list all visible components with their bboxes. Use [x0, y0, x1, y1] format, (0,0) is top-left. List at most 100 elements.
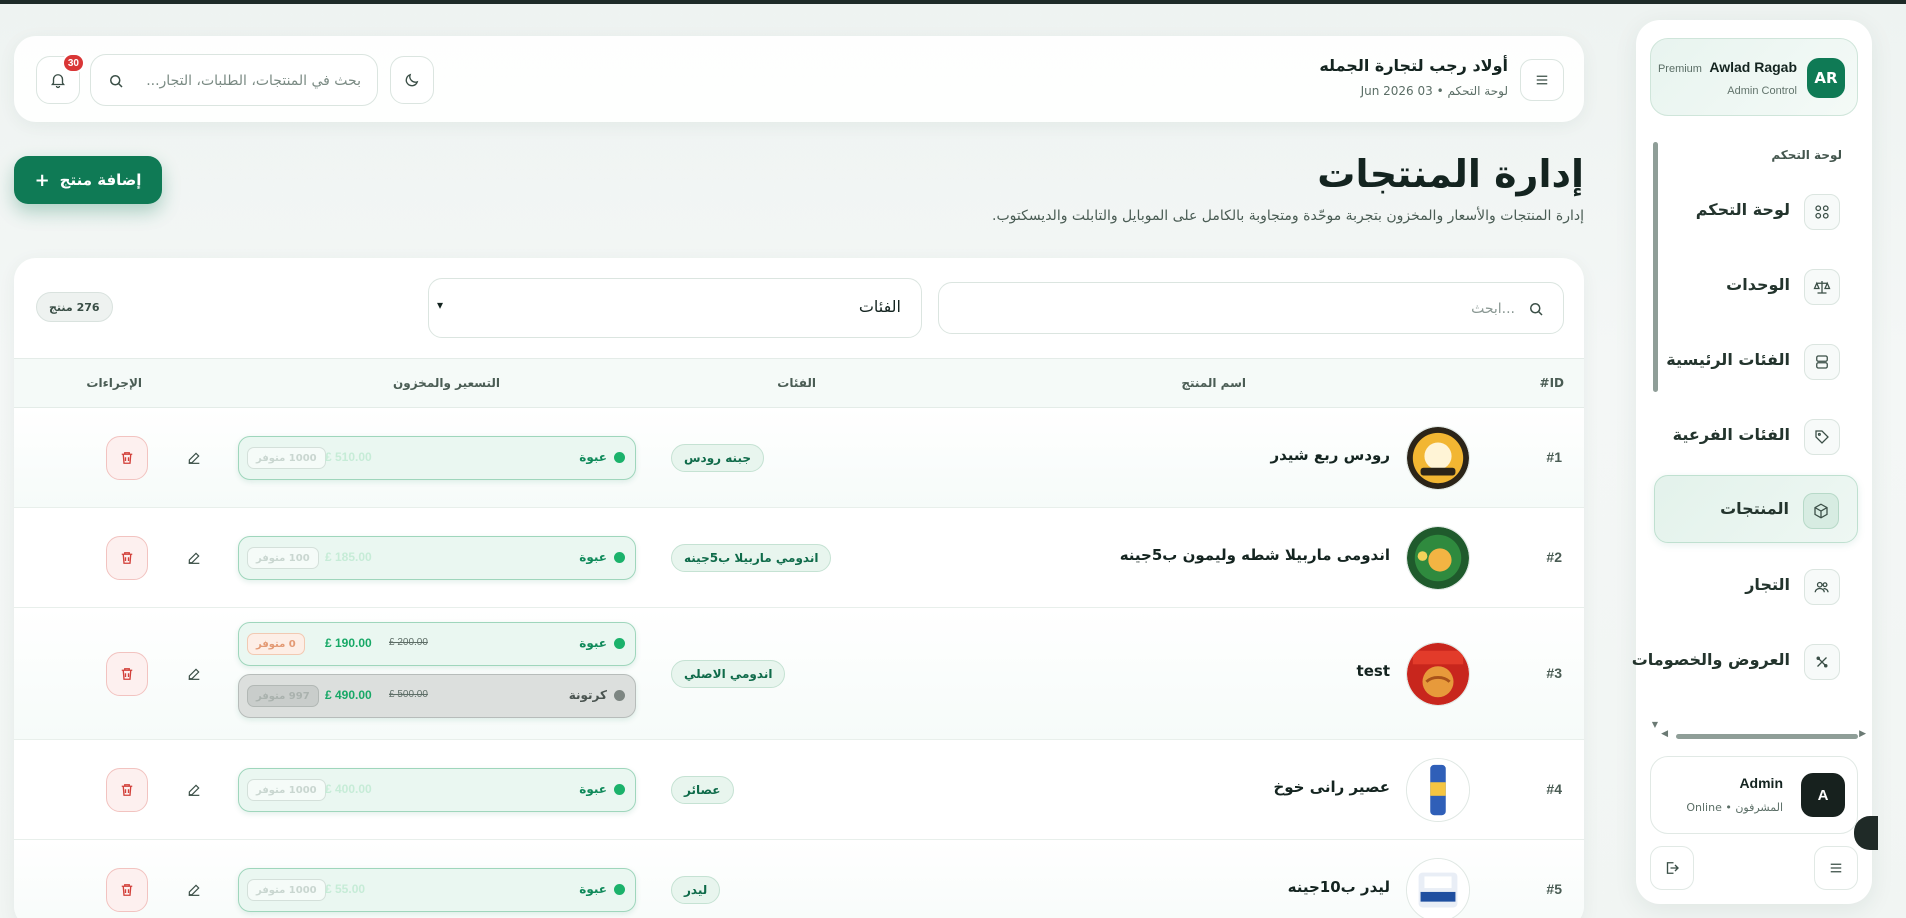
delete-button[interactable]	[106, 768, 148, 812]
sidebar-item-merchants[interactable]: التجار	[1654, 552, 1858, 620]
old-price: £ 200.00	[389, 637, 428, 648]
sidebar-item-main-categories[interactable]: الفئات الرئيسية	[1654, 327, 1858, 395]
trash-icon	[121, 884, 133, 896]
price-unit-pill[interactable]: كرتونة 997 متوفر £ 490.00 £ 500.00	[238, 674, 636, 718]
delete-button[interactable]	[106, 652, 148, 696]
product-thumbnail	[1406, 526, 1470, 590]
price-unit-pill[interactable]: عبوة 1000 متوفر £ 510.00	[238, 436, 636, 480]
category-select[interactable]: الفئات ▾	[428, 278, 922, 338]
column-header-id[interactable]: ID#	[1540, 376, 1565, 390]
scale-icon	[1804, 269, 1840, 305]
column-header-pricing[interactable]: التسعير والمخزون	[393, 376, 500, 390]
edit-icon	[188, 452, 200, 464]
page-title: إدارة المنتجات	[1317, 152, 1584, 196]
products-table-card: الفئات ▾ 276 منتج ID# اسم المنتج الفئات …	[14, 258, 1584, 918]
delete-button[interactable]	[106, 536, 148, 580]
category-chip: اندومي ماربيلا ب5جينه	[671, 544, 832, 572]
table-row[interactable]: #2 اندومى ماربيلا شطه وليمون ب5جينه اندومي…	[14, 508, 1584, 608]
scroll-left-arrow-icon[interactable]: ◀	[1661, 729, 1668, 739]
product-name: رودس ربع شيدر	[1270, 446, 1391, 464]
scroll-down-arrow-icon[interactable]: ▼	[1652, 720, 1658, 729]
table-row[interactable]: #5 ليدر ب10جينه ليدر عبوة 1000 متوفر £ 55.00	[14, 840, 1584, 918]
edit-button[interactable]	[176, 440, 212, 476]
edit-button[interactable]	[176, 656, 212, 692]
bell-icon	[51, 74, 65, 89]
table-header: ID# اسم المنتج الفئات التسعير والمخزون ا…	[14, 358, 1584, 408]
stock-badge: 1000 متوفر	[247, 447, 326, 469]
trash-icon	[121, 784, 133, 796]
sidebar-item-offers[interactable]: العروض والخصومات	[1632, 627, 1858, 695]
trash-icon	[121, 452, 133, 464]
status-dot-icon	[614, 690, 625, 701]
grid-icon	[1804, 194, 1840, 230]
product-count-badge: 276 منتج	[36, 292, 113, 322]
product-name: test	[1356, 662, 1390, 680]
edit-button[interactable]	[176, 772, 212, 808]
row-id: #3	[1546, 665, 1562, 681]
theme-toggle-button[interactable]	[390, 56, 434, 104]
edit-icon	[188, 668, 200, 680]
price-unit-pill[interactable]: عبوة 1000 متوفر £ 55.00	[238, 868, 636, 912]
product-name: عصير رانى خوخ	[1273, 778, 1390, 796]
box-icon	[1803, 493, 1839, 529]
add-product-button[interactable]: إضافة منتج +	[14, 156, 162, 204]
product-thumbnail	[1406, 758, 1470, 822]
edit-button[interactable]	[176, 872, 212, 908]
notifications-button[interactable]: 30	[36, 53, 85, 104]
trash-icon	[121, 552, 133, 564]
unit-label: عبوة	[579, 636, 607, 650]
logout-icon	[1666, 862, 1679, 874]
column-header-actions[interactable]: الإجراءات	[86, 376, 142, 390]
edit-button[interactable]	[176, 540, 212, 576]
product-search-input[interactable]	[975, 297, 1515, 321]
scroll-right-arrow-icon[interactable]: ▶	[1859, 729, 1866, 739]
percent-icon	[1804, 644, 1840, 680]
sidebar-item-label: المنتجات	[1720, 499, 1789, 518]
current-price: £ 190.00	[325, 636, 372, 650]
delete-button[interactable]	[106, 436, 148, 480]
page-description: إدارة المنتجات والأسعار والمخزون بتجربة …	[992, 208, 1584, 224]
product-thumbnail	[1406, 642, 1470, 706]
current-price: £ 185.00	[325, 550, 372, 564]
nav-horizontal-scrollbar[interactable]	[1676, 734, 1858, 739]
old-price: £ 500.00	[389, 689, 428, 700]
menu-toggle-button[interactable]	[1520, 59, 1564, 101]
column-header-category[interactable]: الفئات	[777, 376, 816, 390]
global-search-input[interactable]	[135, 69, 361, 93]
moon-icon	[405, 73, 419, 87]
price-unit-pill[interactable]: عبوة 0 متوفر £ 190.00 £ 200.00	[238, 622, 636, 666]
table-row[interactable]: #3 test اندومي الاصلي عبوة 0 متوفر £ 190.00 £ …	[14, 608, 1584, 740]
tag-icon	[1804, 419, 1840, 455]
category-chip: ليدر	[671, 876, 721, 904]
sidebar-item-products[interactable]: المنتجات	[1654, 475, 1858, 543]
sidebar-item-units[interactable]: الوحدات	[1654, 252, 1858, 320]
logout-button[interactable]	[1650, 846, 1694, 890]
price-unit-pill[interactable]: عبوة 100 متوفر £ 185.00	[238, 536, 636, 580]
window-top-strip	[0, 0, 1906, 4]
table-row[interactable]: #4 عصير رانى خوخ عصائر عبوة 1000 متوفر £ 400.…	[14, 740, 1584, 840]
brand-avatar: AR	[1807, 58, 1845, 98]
status-dot-icon	[614, 884, 625, 895]
sidebar-edge-toggle[interactable]	[1854, 816, 1878, 850]
search-icon	[1530, 303, 1543, 316]
collapse-menu-button[interactable]	[1814, 846, 1858, 890]
sidebar-item-sub-categories[interactable]: الفئات الفرعية	[1654, 402, 1858, 470]
unit-label: عبوة	[579, 882, 607, 896]
stock-badge: 1000 متوفر	[247, 779, 326, 801]
delete-button[interactable]	[106, 868, 148, 912]
unit-label: عبوة	[579, 450, 607, 464]
brand-card[interactable]: AR Premium Awlad Ragab Admin Control	[1650, 38, 1858, 116]
product-name: اندومى ماربيلا شطه وليمون ب5جينه	[1119, 546, 1390, 564]
product-search	[938, 282, 1564, 334]
plus-icon: +	[34, 169, 50, 191]
nav-section-label: لوحة التحكم	[1771, 148, 1842, 162]
search-icon[interactable]	[107, 72, 125, 90]
user-card[interactable]: A Admin المشرفون • Online	[1650, 756, 1858, 834]
column-header-name[interactable]: اسم المنتج	[1181, 376, 1246, 390]
current-price: £ 510.00	[325, 450, 372, 464]
sidebar-item-dashboard[interactable]: لوحة التحكم	[1654, 177, 1858, 245]
stock-badge: 100 متوفر	[247, 547, 319, 569]
price-unit-pill[interactable]: عبوة 1000 متوفر £ 400.00	[238, 768, 636, 812]
table-row[interactable]: #1 رودس ربع شيدر جبنه رودس عبوة 1000 متوفر £ …	[14, 408, 1584, 508]
sidebar-item-label: العروض والخصومات	[1631, 650, 1790, 669]
